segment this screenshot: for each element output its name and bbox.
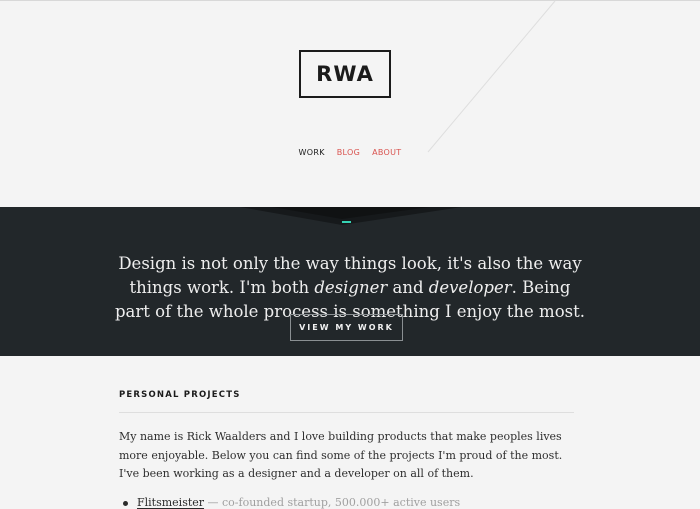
hero-emphasis-developer: developer (428, 277, 512, 297)
bullet-icon (123, 500, 128, 506)
project-link-flitsmeister[interactable]: Flitsmeister (137, 496, 204, 509)
hero-text-part2: and (387, 277, 429, 297)
view-my-work-button[interactable]: VIEW MY WORK (290, 314, 403, 341)
logo-text: RWA (316, 62, 374, 86)
personal-projects-section: PERSONAL PROJECTS My name is Rick Waalde… (119, 390, 574, 509)
nav-item-blog[interactable]: BLOG (337, 148, 360, 157)
decorative-diagonal-line (427, 0, 556, 153)
hero-tagline: Design is not only the way things look, … (110, 252, 590, 324)
nav-item-work[interactable]: WORK (299, 148, 325, 157)
project-description: — co-founded startup, 500.000+ active us… (204, 495, 461, 509)
intro-paragraph: My name is Rick Waalders and I love buil… (119, 430, 563, 480)
hero-emphasis-designer: designer (314, 277, 388, 297)
section-heading: PERSONAL PROJECTS (119, 390, 241, 400)
section-divider (119, 412, 574, 413)
hero-banner: Design is not only the way things look, … (0, 207, 700, 356)
site-logo[interactable]: RWA (299, 50, 391, 98)
hero-accent-bar (342, 221, 351, 223)
nav-item-about[interactable]: ABOUT (372, 148, 401, 157)
project-list: Flitsmeister — co-founded startup, 500.0… (119, 496, 574, 509)
project-list-item: Flitsmeister — co-founded startup, 500.0… (119, 496, 574, 509)
main-nav: WORK BLOG ABOUT (0, 148, 700, 157)
